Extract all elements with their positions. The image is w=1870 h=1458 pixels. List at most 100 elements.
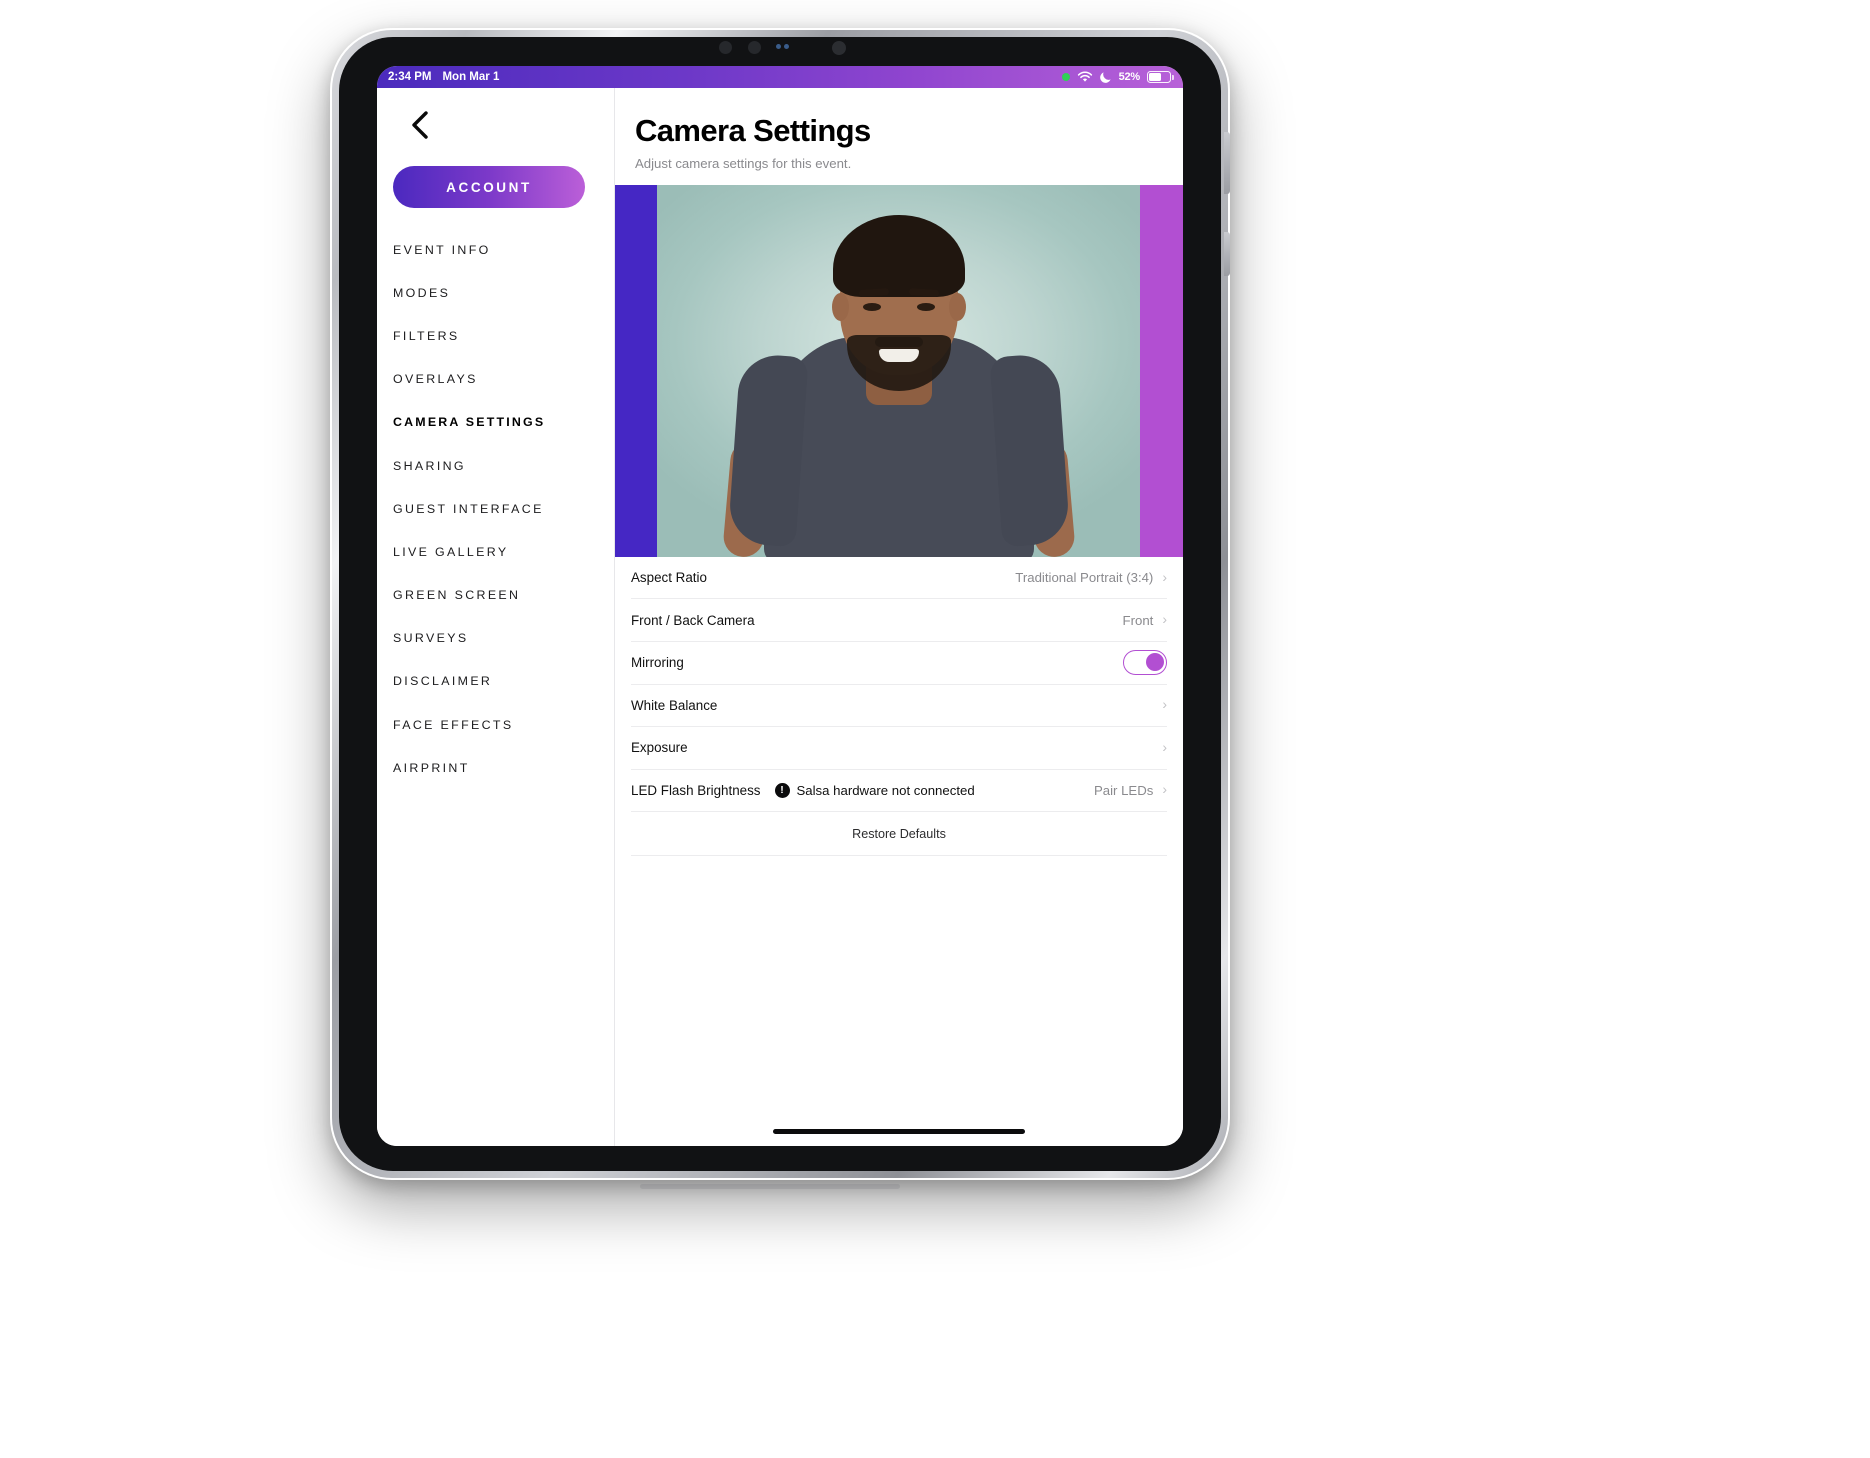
sidebar-item-label: AIRPRINT [393, 760, 470, 775]
preview-subject-mouth [878, 348, 919, 362]
row-value: Traditional Portrait (3:4) [1015, 570, 1154, 586]
sidebar-item-label: CAMERA SETTINGS [393, 415, 546, 430]
chevron-left-icon [412, 111, 428, 139]
restore-defaults-button[interactable]: Restore Defaults [631, 812, 1167, 857]
sidebar-item-label: SHARING [393, 458, 466, 473]
sidebar-item-airprint[interactable]: AIRPRINT [377, 746, 614, 789]
preview-photo [657, 184, 1140, 557]
row-led-flash-brightness[interactable]: LED Flash Brightness ! Salsa hardware no… [631, 770, 1167, 813]
row-value: Pair LEDs [1093, 782, 1154, 798]
apple-pencil-magnetic-strip [640, 1184, 900, 1189]
sidebar-item-label: GREEN SCREEN [393, 588, 521, 603]
row-mirroring[interactable]: Mirroring [631, 642, 1167, 685]
row-label: LED Flash Brightness [631, 782, 761, 798]
preview-left-color-bar [615, 184, 657, 557]
wifi-icon [1077, 71, 1092, 82]
sidebar-item-sharing[interactable]: SHARING [377, 444, 614, 487]
row-right: › [1153, 696, 1167, 713]
row-right: Pair LEDs › [1093, 781, 1167, 798]
row-white-balance[interactable]: White Balance › [631, 685, 1167, 728]
sidebar-item-label: DISCLAIMER [393, 674, 493, 689]
page-header: Camera Settings Adjust camera settings f… [615, 88, 1183, 185]
recording-dot-icon [1061, 73, 1070, 81]
sidebar-item-label: SURVEYS [393, 631, 469, 646]
ambient-light-sensor-icon [748, 41, 761, 54]
account-button[interactable]: ACCOUNT [393, 166, 585, 208]
back-button[interactable] [399, 104, 441, 146]
row-exposure[interactable]: Exposure › [631, 727, 1167, 770]
preview-right-color-bar [1140, 184, 1183, 557]
status-bar-date: Mon Mar 1 [442, 71, 500, 83]
restore-defaults-label: Restore Defaults [852, 826, 946, 841]
screenshot-root: 2:34 PM Mon Mar 1 52% ACCOUNT EVENT INFO… [0, 0, 1870, 1458]
row-label: Exposure [631, 740, 688, 756]
row-aspect-ratio[interactable]: Aspect Ratio Traditional Portrait (3:4) … [631, 557, 1167, 600]
row-front-back-camera[interactable]: Front / Back Camera Front › [631, 599, 1167, 642]
proximity-sensor-icon [776, 44, 781, 49]
sidebar-item-surveys[interactable]: SURVEYS [377, 617, 614, 660]
camera-preview[interactable] [615, 184, 1183, 557]
sidebar-item-label: EVENT INFO [393, 242, 491, 257]
sidebar-nav: EVENT INFO MODES FILTERS OVERLAYS CAMERA… [377, 228, 614, 789]
sidebar-item-label: OVERLAYS [393, 372, 478, 387]
status-bar-time: 2:34 PM [388, 71, 432, 83]
account-button-label: ACCOUNT [446, 179, 532, 195]
sidebar-item-face-effects[interactable]: FACE EFFECTS [377, 703, 614, 746]
volume-button[interactable] [1224, 232, 1230, 276]
preview-subject-ear-left [831, 292, 849, 321]
exclamation-circle-icon: ! [774, 782, 790, 798]
hardware-warning-text: Salsa hardware not connected [796, 782, 975, 798]
do-not-disturb-moon-icon [1099, 71, 1111, 83]
chevron-right-icon: › [1162, 568, 1167, 585]
chevron-right-icon: › [1162, 611, 1167, 628]
sidebar-item-guest-interface[interactable]: GUEST INTERFACE [377, 487, 614, 530]
chevron-right-icon: › [1162, 738, 1167, 755]
chevron-right-icon: › [1162, 781, 1167, 798]
mirroring-toggle[interactable] [1123, 650, 1167, 676]
row-right [1123, 650, 1167, 676]
proximity-sensor-secondary-icon [784, 44, 789, 49]
preview-subject-moustache [874, 336, 923, 347]
row-right: › [1153, 738, 1167, 755]
ipad-screen: 2:34 PM Mon Mar 1 52% ACCOUNT EVENT INFO… [377, 66, 1183, 1146]
app-container: ACCOUNT EVENT INFO MODES FILTERS OVERLAY… [377, 88, 1183, 1146]
row-label: Mirroring [631, 655, 684, 671]
sidebar-item-label: MODES [393, 285, 451, 300]
page-subtitle: Adjust camera settings for this event. [635, 155, 852, 171]
row-value: Front [1122, 612, 1154, 628]
sidebar-item-label: LIVE GALLERY [393, 544, 509, 559]
power-button[interactable] [1224, 132, 1230, 194]
sidebar-item-camera-settings[interactable]: CAMERA SETTINGS [377, 401, 614, 444]
sidebar-item-label: GUEST INTERFACE [393, 501, 544, 516]
row-right: Traditional Portrait (3:4) › [1015, 568, 1167, 586]
preview-subject-ear-right [948, 292, 966, 321]
home-indicator[interactable] [773, 1129, 1025, 1134]
status-bar-right: 52% [1061, 71, 1174, 84]
sidebar-item-label: FACE EFFECTS [393, 717, 514, 732]
page-title: Camera Settings [635, 113, 871, 148]
sidebar-item-green-screen[interactable]: GREEN SCREEN [377, 574, 614, 617]
sidebar-item-overlays[interactable]: OVERLAYS [377, 358, 614, 401]
sidebar-item-filters[interactable]: FILTERS [377, 314, 614, 357]
sidebar-item-disclaimer[interactable]: DISCLAIMER [377, 660, 614, 703]
battery-icon [1147, 71, 1174, 83]
sidebar: ACCOUNT EVENT INFO MODES FILTERS OVERLAY… [377, 88, 615, 1146]
face-id-dot-projector-icon [832, 41, 846, 55]
sidebar-item-label: FILTERS [393, 328, 460, 343]
sidebar-item-live-gallery[interactable]: LIVE GALLERY [377, 530, 614, 573]
status-bar: 2:34 PM Mon Mar 1 52% [377, 66, 1183, 88]
status-bar-left: 2:34 PM Mon Mar 1 [388, 71, 499, 83]
chevron-right-icon: › [1162, 696, 1167, 713]
row-label: Aspect Ratio [631, 570, 707, 586]
row-label: White Balance [631, 697, 718, 713]
row-right: Front › [1122, 611, 1167, 628]
main-panel: Camera Settings Adjust camera settings f… [615, 88, 1183, 1146]
toggle-knob [1145, 653, 1164, 672]
preview-subject-eye-right [916, 302, 935, 311]
front-camera-sensor-icon [719, 41, 732, 54]
sidebar-item-event-info[interactable]: EVENT INFO [377, 228, 614, 271]
preview-subject-hair [832, 214, 965, 297]
battery-percent-label: 52% [1118, 71, 1141, 83]
sidebar-item-modes[interactable]: MODES [377, 271, 614, 314]
preview-subject-eye-left [862, 302, 881, 311]
